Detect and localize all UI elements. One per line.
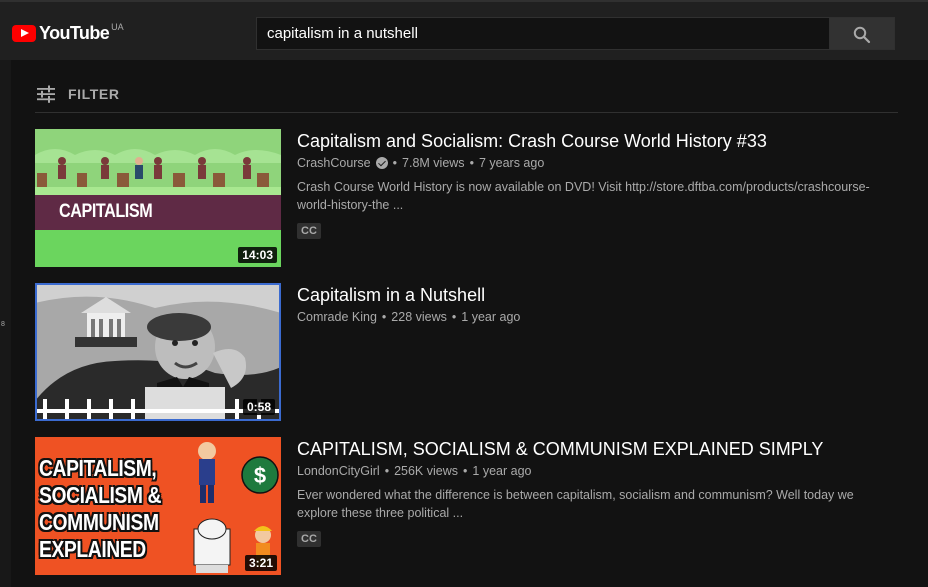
video-title[interactable]: Capitalism in a Nutshell (297, 283, 897, 307)
search-query-text: capitalism in a nutshell (267, 25, 418, 42)
thumbnail-title-text: CAPITALISM, SOCIALISM & COMMUNISM EXPLAI… (39, 455, 161, 563)
svg-text:$: $ (254, 463, 266, 488)
video-thumbnail[interactable]: CAPITALISM 14:03 (35, 129, 281, 267)
meta-separator: • (381, 310, 387, 324)
video-info: Capitalism in a Nutshell Comrade King • … (297, 283, 897, 324)
video-result: CAPITALISM 14:03 Capitalism and Socialis… (35, 129, 898, 267)
upload-age: 7 years ago (478, 156, 545, 170)
video-result: 0:58 Capitalism in a Nutshell Comrade Ki… (35, 283, 898, 421)
left-sidebar-edge: 8 (0, 60, 11, 587)
view-count: 7.8M views (402, 156, 465, 170)
thumbnail-line: CAPITALISM, (39, 455, 157, 481)
channel-name[interactable]: LondonCityGirl (297, 464, 380, 478)
thumbnail-line: EXPLAINED (39, 536, 146, 562)
verified-check-icon (375, 157, 388, 169)
video-meta: LondonCityGirl • 256K views • 1 year ago (297, 464, 897, 478)
search-icon (853, 26, 871, 44)
video-meta: Comrade King • 228 views • 1 year ago (297, 310, 897, 324)
upload-age: 1 year ago (472, 464, 532, 478)
region-code: UA (111, 22, 124, 32)
video-title[interactable]: CAPITALISM, SOCIALISM & COMMUNISM EXPLAI… (297, 437, 897, 461)
video-thumbnail[interactable]: 0:58 (35, 283, 281, 421)
video-title[interactable]: Capitalism and Socialism: Crash Course W… (297, 129, 897, 153)
video-meta: CrashCourse • 7.8M views • 7 years ago (297, 156, 897, 170)
video-result: CAPITALISM, SOCIALISM & COMMUNISM EXPLAI… (35, 437, 898, 575)
play-logo-icon (12, 25, 36, 42)
search-input[interactable]: capitalism in a nutshell (256, 17, 830, 50)
thumbnail-title-text: CAPITALISM (59, 201, 153, 222)
masthead: YouTube UA capitalism in a nutshell (0, 0, 928, 60)
view-count: 228 views (391, 310, 447, 324)
youtube-logo[interactable]: YouTube UA (12, 22, 124, 46)
channel-name[interactable]: CrashCourse (297, 156, 371, 170)
meta-separator: • (463, 464, 468, 478)
video-info: Capitalism and Socialism: Crash Course W… (297, 129, 897, 239)
filter-divider (35, 112, 898, 113)
meta-separator: • (392, 156, 398, 170)
meta-separator: • (384, 464, 390, 478)
upload-age: 1 year ago (461, 310, 521, 324)
video-duration: 0:58 (242, 399, 275, 415)
search-button[interactable] (830, 17, 895, 50)
thumbnail-line: SOCIALISM & (39, 482, 162, 508)
sidebar-edge-mark: 8 (1, 321, 5, 328)
filter-label: FILTER (68, 86, 120, 102)
meta-separator: • (469, 156, 474, 170)
view-count: 256K views (394, 464, 459, 478)
video-duration: 3:21 (244, 555, 277, 571)
video-info: CAPITALISM, SOCIALISM & COMMUNISM EXPLAI… (297, 437, 897, 547)
video-duration: 14:03 (238, 247, 277, 263)
video-thumbnail[interactable]: CAPITALISM, SOCIALISM & COMMUNISM EXPLAI… (35, 437, 281, 575)
logo-wordmark: YouTube (39, 23, 110, 43)
video-description: Ever wondered what the difference is bet… (297, 488, 854, 520)
cc-badge: CC (297, 531, 321, 547)
channel-name[interactable]: Comrade King (297, 310, 377, 324)
cc-badge: CC (297, 223, 321, 239)
filter-button[interactable]: FILTER (36, 82, 120, 106)
video-description: Crash Course World History is now availa… (297, 180, 870, 212)
thumbnail-band (35, 187, 281, 195)
thumbnail-line: COMMUNISM (39, 509, 159, 535)
thumbnail-figures (37, 157, 269, 187)
filter-sliders-icon (37, 85, 55, 103)
meta-separator: • (451, 310, 457, 324)
